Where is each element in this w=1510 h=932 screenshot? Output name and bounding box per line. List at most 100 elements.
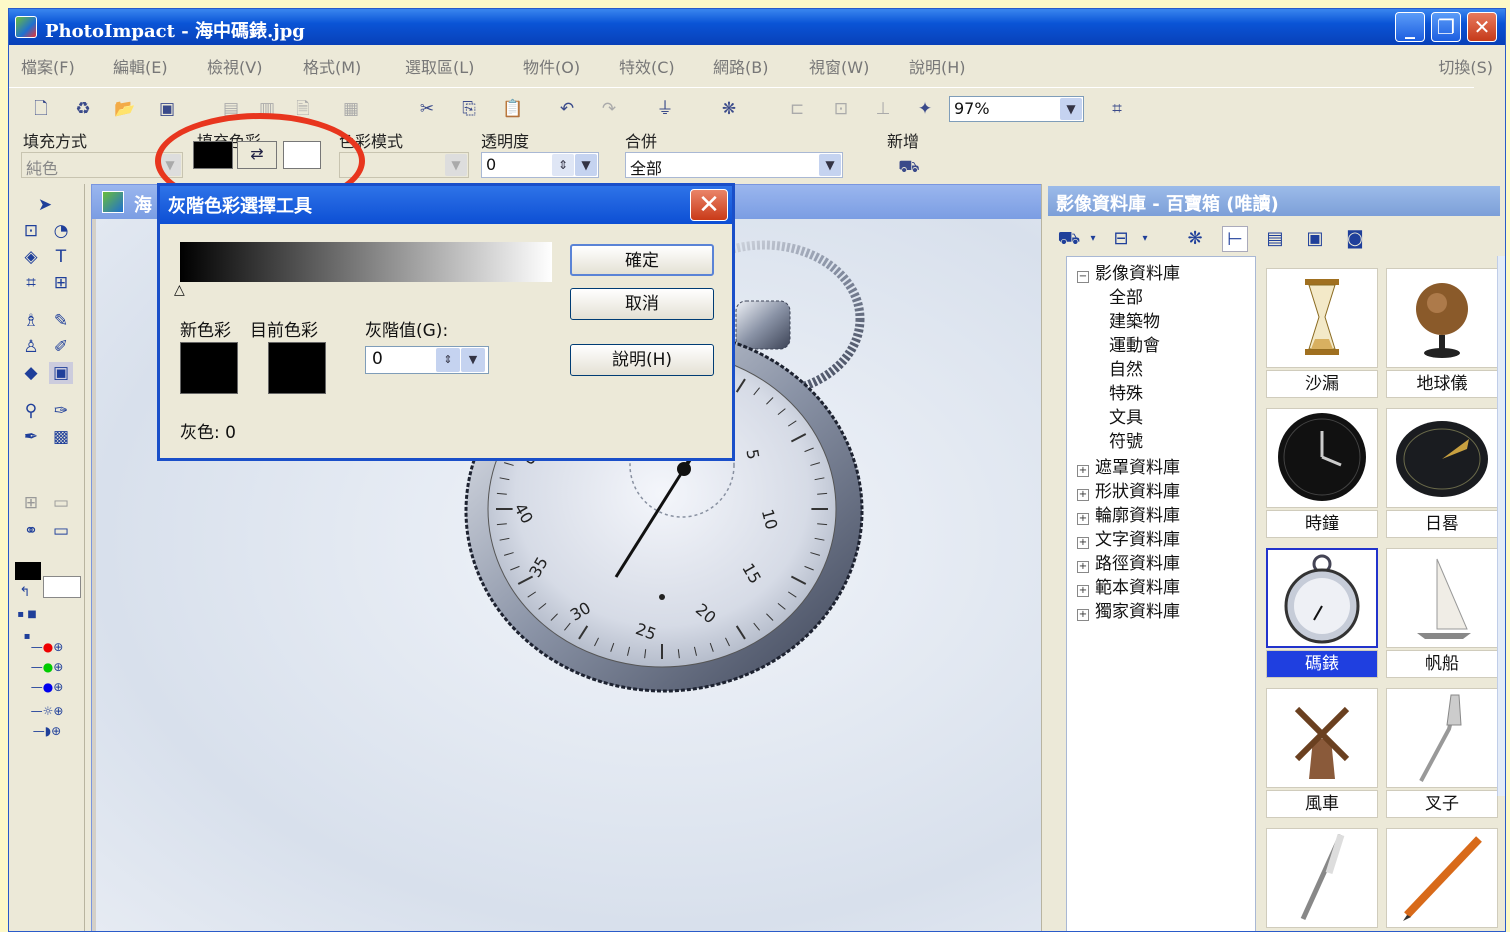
tree-item-outline[interactable]: + 輪廓資料庫: [1077, 501, 1180, 526]
thumbnail-sailboat[interactable]: [1386, 548, 1498, 648]
tree-view-icon[interactable]: ⊢: [1222, 226, 1248, 252]
frame-view-icon[interactable]: ▭: [49, 492, 73, 514]
ok-button[interactable]: 確定: [570, 244, 714, 276]
open-folder-icon[interactable]: 📂: [113, 98, 137, 120]
glasses-icon[interactable]: ⚭: [19, 520, 43, 542]
library-icon[interactable]: ⛟: [1056, 226, 1082, 252]
menu-view[interactable]: 檢視(V): [207, 54, 262, 78]
lasso-tool-icon[interactable]: ◔: [49, 220, 73, 242]
spin-up-down-icon[interactable]: ⇕: [436, 348, 460, 372]
menu-format[interactable]: 格式(M): [303, 54, 361, 78]
gray-gradient-bar[interactable]: [180, 242, 552, 282]
swap-colors-icon[interactable]: ↰: [13, 582, 37, 604]
eyedropper-tool-icon[interactable]: ✑: [49, 400, 73, 422]
retouch-tool-icon[interactable]: ✐: [49, 336, 73, 358]
expand-icon[interactable]: +: [1077, 585, 1089, 597]
thumbnail-label[interactable]: 碼錶: [1266, 650, 1378, 678]
menu-file[interactable]: 檔案(F): [21, 54, 75, 78]
zoom-tool-icon[interactable]: ⚲: [19, 400, 43, 422]
thumbnail-stopwatch[interactable]: [1266, 548, 1378, 648]
text-tool-icon[interactable]: T: [49, 246, 73, 268]
thumbnail-label[interactable]: 風車: [1266, 790, 1378, 818]
chevron-down-icon[interactable]: ▾: [1132, 226, 1158, 252]
tree-item-path[interactable]: + 路徑資料庫: [1077, 549, 1180, 574]
tree-item-sports[interactable]: 運動會: [1109, 331, 1160, 356]
brush-tool-icon[interactable]: ✎: [49, 310, 73, 332]
expand-icon[interactable]: +: [1077, 489, 1089, 501]
chevron-down-icon[interactable]: ▼: [819, 154, 841, 176]
thumbnail-clock[interactable]: [1266, 408, 1378, 508]
menu-selection[interactable]: 選取區(L): [405, 54, 474, 78]
cancel-button[interactable]: 取消: [570, 288, 714, 320]
tree-item-buildings[interactable]: 建築物: [1109, 307, 1160, 332]
menu-effect[interactable]: 特效(C): [619, 54, 675, 78]
thumbnail-pencil[interactable]: [1386, 828, 1498, 928]
redo-icon[interactable]: ↷: [597, 98, 621, 120]
thumbnail-label[interactable]: 叉子: [1386, 790, 1498, 818]
effect-icon[interactable]: ❋: [717, 98, 741, 120]
thumbnail-label[interactable]: 地球儀: [1386, 370, 1498, 398]
transparency-stepper[interactable]: 0 ⇕ ▼: [481, 152, 599, 178]
minimize-button[interactable]: _: [1395, 12, 1425, 42]
fill-bucket-icon[interactable]: ◈: [19, 246, 43, 268]
paste-icon[interactable]: 📋: [501, 98, 525, 120]
align-icon[interactable]: ⊥: [871, 98, 895, 120]
open-icon[interactable]: ♻: [71, 98, 95, 120]
menu-edit[interactable]: 編輯(E): [113, 54, 168, 78]
tree-item-special[interactable]: 特殊: [1109, 379, 1143, 404]
restore-button[interactable]: ❐: [1431, 12, 1461, 42]
thumbnail-fork[interactable]: [1386, 688, 1498, 788]
resize-icon[interactable]: ⊡: [829, 98, 853, 120]
expand-icon[interactable]: +: [1077, 609, 1089, 621]
zoom-select[interactable]: 97% ▼: [949, 96, 1084, 122]
tree-item-all[interactable]: 全部: [1109, 283, 1143, 308]
thumbnail-label[interactable]: 日晷: [1386, 510, 1498, 538]
refresh-icon[interactable]: ◙: [1342, 226, 1368, 252]
chevron-down-icon[interactable]: ▾: [1080, 226, 1106, 252]
menu-switch[interactable]: 切換(S): [1438, 54, 1493, 78]
tree-item-shape[interactable]: + 形狀資料庫: [1077, 477, 1180, 502]
thumbnail-label[interactable]: 沙漏: [1266, 370, 1378, 398]
gradient-slider-marker-icon[interactable]: △: [174, 282, 185, 298]
brightness-icon[interactable]: —☼⊕: [17, 700, 77, 722]
chevron-down-icon[interactable]: ▼: [575, 154, 597, 176]
tree-item-stationery[interactable]: 文具: [1109, 403, 1143, 428]
thumbnail-view-icon[interactable]: ▤: [1262, 226, 1288, 252]
red-channel-icon[interactable]: —●⊕: [17, 636, 77, 658]
expand-icon[interactable]: +: [1077, 465, 1089, 477]
green-channel-icon[interactable]: —●⊕: [17, 656, 77, 678]
add-object-icon[interactable]: ⛟: [897, 156, 921, 178]
crop-icon[interactable]: ⊏: [785, 98, 809, 120]
thumbnail-windmill[interactable]: [1266, 688, 1378, 788]
crop-tool-icon[interactable]: ⌗: [19, 272, 43, 294]
new-file-icon[interactable]: 🗋: [29, 98, 53, 120]
collapse-icon[interactable]: −: [1077, 271, 1089, 283]
tree-item-exclusive[interactable]: + 獨家資料庫: [1077, 597, 1180, 622]
expand-icon[interactable]: +: [1077, 561, 1089, 573]
library-scrollbar[interactable]: [1497, 256, 1505, 796]
spin-up-down-icon[interactable]: ⇕: [552, 154, 574, 176]
open-library-icon[interactable]: ⊟: [1108, 226, 1134, 252]
clone-tool-icon[interactable]: ♙: [19, 336, 43, 358]
menu-window[interactable]: 視窗(W): [809, 54, 869, 78]
stamp-icon[interactable]: ▦: [339, 98, 363, 120]
brush-icon[interactable]: ✦: [913, 98, 937, 120]
rectangle-tool-icon[interactable]: ▣: [49, 362, 73, 384]
help-button[interactable]: 說明(H): [570, 344, 714, 376]
thumbnail-knife[interactable]: [1266, 828, 1378, 928]
chevron-down-icon[interactable]: ▼: [461, 348, 485, 372]
expand-icon[interactable]: +: [1077, 537, 1089, 549]
tree-item-text[interactable]: + 文字資料庫: [1077, 525, 1180, 550]
foreground-color-swatch[interactable]: [15, 562, 41, 580]
thumbnail-label[interactable]: 時鐘: [1266, 510, 1378, 538]
chevron-down-icon[interactable]: ▼: [445, 154, 467, 176]
thumbnail-globe[interactable]: [1386, 268, 1498, 368]
tree-item-mask[interactable]: + 遮罩資料庫: [1077, 453, 1180, 478]
thumbnail-label[interactable]: 帆船: [1386, 650, 1498, 678]
save-icon[interactable]: ▣: [155, 98, 179, 120]
blue-channel-icon[interactable]: —●⊕: [17, 676, 77, 698]
thumbnail-hourglass[interactable]: [1266, 268, 1378, 368]
stamp-tool-icon[interactable]: ▩: [49, 426, 73, 448]
apply-effect-icon[interactable]: ❋: [1182, 226, 1208, 252]
chevron-down-icon[interactable]: ▼: [1060, 98, 1082, 120]
